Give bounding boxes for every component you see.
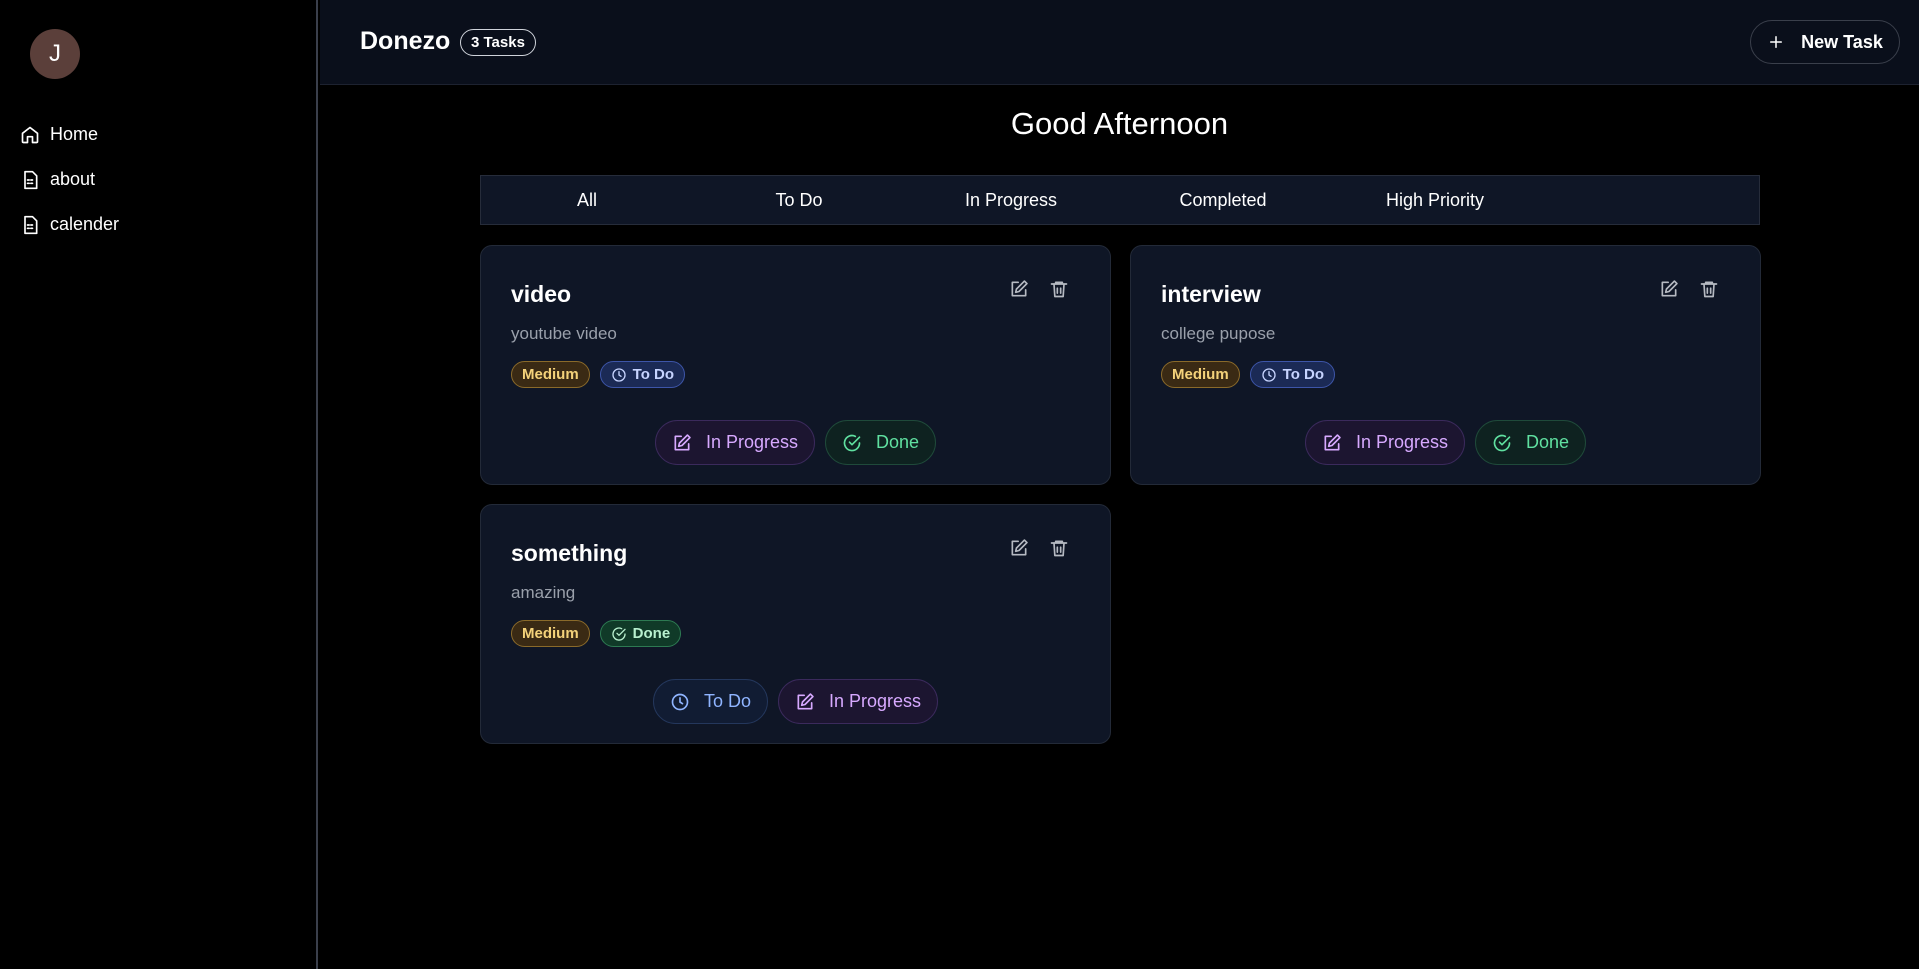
- avatar[interactable]: J: [30, 29, 80, 79]
- mark-in-progress-button[interactable]: In Progress: [1304, 420, 1465, 465]
- status-badge: Done: [599, 620, 682, 647]
- trash-icon[interactable]: [1049, 279, 1071, 301]
- plus-icon: [1770, 36, 1783, 48]
- edit-icon[interactable]: [1009, 279, 1031, 301]
- status-badge: To Do: [599, 361, 686, 388]
- edit-icon[interactable]: [1659, 279, 1681, 301]
- new-task-button[interactable]: New Task: [1750, 20, 1900, 64]
- action-label: Done: [876, 432, 920, 452]
- check-circle-icon: [1493, 434, 1511, 451]
- sidebar-nav: Home about calender: [20, 112, 119, 247]
- task-badges: Medium Done: [511, 620, 682, 647]
- task-card: something amazing Medium Done To Do In P…: [480, 504, 1111, 744]
- action-label: Done: [1526, 432, 1570, 452]
- task-description: amazing: [511, 583, 576, 602]
- home-icon: [21, 126, 39, 143]
- action-label: To Do: [703, 691, 751, 711]
- trash-icon[interactable]: [1699, 279, 1721, 301]
- task-badges: Medium To Do: [511, 361, 686, 388]
- task-badges: Medium To Do: [1161, 361, 1336, 388]
- priority-badge: Medium: [1161, 361, 1240, 388]
- clock-icon: [1262, 367, 1276, 382]
- filter-tabs: All To Do In Progress Completed High Pri…: [480, 175, 1760, 225]
- status-label: To Do: [1282, 366, 1325, 383]
- check-circle-icon: [612, 626, 626, 641]
- edit-icon[interactable]: [1009, 538, 1031, 560]
- edit-icon: [674, 433, 691, 450]
- mark-in-progress-button[interactable]: In Progress: [654, 420, 815, 465]
- sidebar-item-label: calender: [50, 214, 120, 234]
- sidebar-item-label: Home: [50, 124, 99, 144]
- sidebar-item-home[interactable]: Home: [20, 112, 119, 157]
- task-card: interview college pupose Medium To Do In…: [1130, 245, 1761, 485]
- mark-to-do-button[interactable]: To Do: [652, 679, 768, 724]
- priority-badge: Medium: [511, 620, 590, 647]
- mark-done-button[interactable]: Done: [1475, 420, 1587, 465]
- edit-icon: [797, 692, 814, 709]
- mark-in-progress-button[interactable]: In Progress: [777, 679, 939, 724]
- task-title: video: [511, 281, 572, 307]
- file-icon: [24, 170, 38, 189]
- tab-all[interactable]: All: [481, 190, 693, 211]
- brand-title: Donezo: [360, 27, 451, 55]
- tab-in-progress[interactable]: In Progress: [905, 190, 1117, 211]
- sidebar: J Home about calender: [0, 0, 318, 969]
- edit-icon: [1324, 433, 1341, 450]
- tab-completed[interactable]: Completed: [1117, 190, 1329, 211]
- task-title: something: [511, 540, 628, 566]
- clock-icon: [612, 367, 626, 382]
- trash-icon[interactable]: [1049, 538, 1071, 560]
- status-label: Done: [632, 625, 671, 642]
- action-label: In Progress: [1355, 432, 1448, 452]
- task-actions: In Progress Done: [481, 420, 1110, 465]
- task-description: college pupose: [1161, 324, 1276, 343]
- task-description: youtube video: [511, 324, 617, 343]
- tab-to-do[interactable]: To Do: [693, 190, 905, 211]
- task-actions: In Progress Done: [1131, 420, 1760, 465]
- sidebar-item-calender[interactable]: calender: [20, 202, 119, 247]
- priority-badge: Medium: [511, 361, 590, 388]
- task-title: interview: [1161, 281, 1261, 307]
- clock-icon: [671, 693, 689, 710]
- mark-done-button[interactable]: Done: [825, 420, 937, 465]
- task-card: video youtube video Medium To Do In Prog…: [480, 245, 1111, 485]
- header: Donezo 3 Tasks New Task: [320, 0, 1919, 85]
- greeting-heading: Good Afternoon: [1010, 106, 1229, 141]
- tab-high-priority[interactable]: High Priority: [1329, 190, 1541, 211]
- task-actions: To Do In Progress: [481, 679, 1110, 724]
- file-icon: [24, 215, 38, 234]
- status-label: To Do: [632, 366, 675, 383]
- task-count-badge: 3 Tasks: [460, 29, 536, 56]
- action-label: In Progress: [705, 432, 798, 452]
- check-circle-icon: [843, 434, 861, 451]
- action-label: In Progress: [828, 691, 922, 711]
- sidebar-item-about[interactable]: about: [20, 157, 119, 202]
- sidebar-item-label: about: [50, 169, 96, 189]
- new-task-label: New Task: [1801, 31, 1883, 52]
- status-badge: To Do: [1249, 361, 1336, 388]
